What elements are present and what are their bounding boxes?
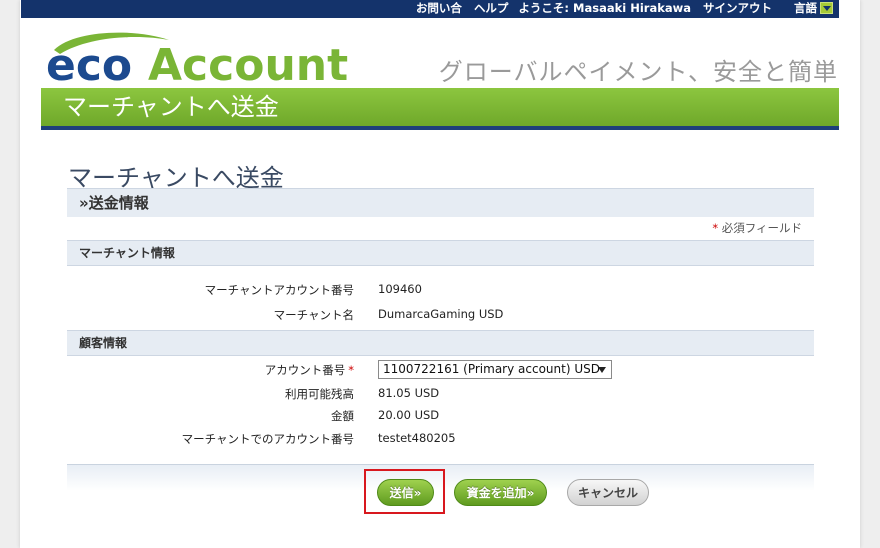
amount-label: 金額 bbox=[331, 409, 354, 423]
account-select-value: 1100722161 (Primary account) USD bbox=[383, 362, 600, 376]
merchant-side-account-label: マーチャントでのアカウント番号 bbox=[181, 432, 354, 446]
merchant-name-row: マーチャント名 DumarcaGaming USD bbox=[67, 307, 814, 327]
customer-account-label: アカウント番号 * bbox=[265, 362, 354, 378]
page-banner: マーチャントへ送金 bbox=[41, 88, 839, 126]
merchant-name-value: DumarcaGaming USD bbox=[378, 307, 504, 321]
balance-label: 利用可能残高 bbox=[285, 387, 354, 401]
banner-divider bbox=[41, 126, 839, 130]
balance-value: 81.05 USD bbox=[378, 386, 440, 400]
amount-value: 20.00 USD bbox=[378, 408, 440, 422]
required-fields-note: * 必須フィールド bbox=[712, 220, 802, 236]
merchant-account-label: マーチャントアカウント番号 bbox=[204, 283, 354, 297]
cancel-button[interactable]: キャンセル bbox=[567, 479, 649, 506]
merchant-account-value: 109460 bbox=[378, 282, 422, 296]
section-title: »送金情報 bbox=[67, 188, 814, 217]
required-note-text: 必須フィールド bbox=[721, 221, 802, 235]
merchant-account-row: マーチャントアカウント番号 109460 bbox=[67, 282, 814, 302]
help-link[interactable]: ヘルプ bbox=[474, 0, 509, 18]
logo-account-text: Account bbox=[148, 40, 348, 88]
ecoaccount-logo[interactable]: eco Account bbox=[44, 28, 364, 88]
required-star: * bbox=[348, 363, 354, 377]
merchant-side-account-row: マーチャントでのアカウント番号 testet480205 bbox=[67, 431, 814, 451]
contact-link[interactable]: お問い合 bbox=[416, 0, 462, 18]
logo-eco-text: eco bbox=[46, 40, 132, 88]
merchant-side-account-value: testet480205 bbox=[378, 431, 456, 445]
chevron-down-icon[interactable] bbox=[820, 2, 833, 14]
merchant-info-header: マーチャント情報 bbox=[67, 240, 814, 266]
signout-link[interactable]: サインアウト bbox=[703, 0, 772, 18]
add-funds-button[interactable]: 資金を追加» bbox=[454, 479, 547, 506]
required-star: * bbox=[712, 221, 719, 235]
account-select[interactable]: 1100722161 (Primary account) USD bbox=[378, 360, 612, 379]
top-navigation-bar: お問い合 ヘルプ ようこそ: Masaaki Hirakawa サインアウト 言… bbox=[21, 0, 839, 18]
customer-info-header: 顧客情報 bbox=[67, 330, 814, 356]
balance-row: 利用可能残高 81.05 USD bbox=[67, 386, 814, 406]
highlight-box bbox=[364, 469, 445, 514]
dropdown-arrow-icon bbox=[598, 367, 606, 373]
user-greeting: ようこそ: Masaaki Hirakawa bbox=[518, 1, 691, 15]
amount-row: 金額 20.00 USD bbox=[67, 408, 814, 428]
tagline: グローバルペイメント、安全と簡単 bbox=[438, 58, 838, 86]
language-menu[interactable]: 言語 bbox=[794, 0, 817, 18]
customer-account-label-text: アカウント番号 bbox=[264, 363, 346, 377]
merchant-name-label: マーチャント名 bbox=[273, 308, 354, 322]
